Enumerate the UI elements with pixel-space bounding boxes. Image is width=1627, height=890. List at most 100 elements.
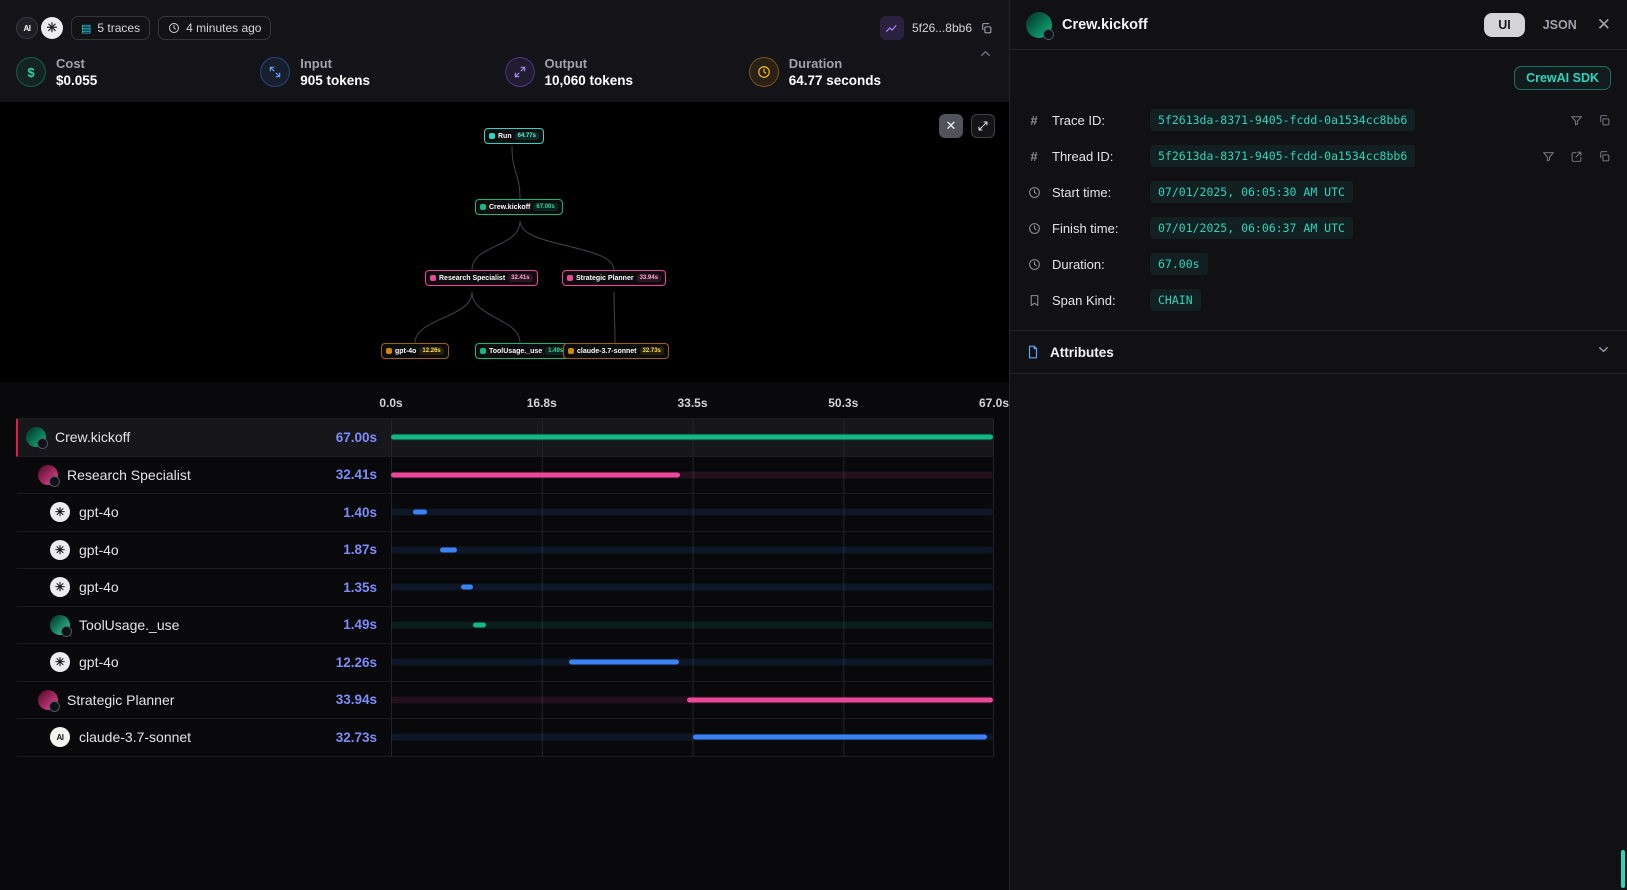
graph-node-duration-chip: 64.77s — [515, 132, 539, 140]
chevron-down-icon[interactable] — [1596, 342, 1611, 362]
timeline-bar-track — [391, 509, 993, 516]
clock-icon — [1026, 186, 1042, 199]
axis-tick-label: 50.3s — [828, 396, 858, 410]
copy-icon[interactable] — [1598, 150, 1611, 163]
graph-node-strategic-planner[interactable]: Strategic Planner 33.94s — [562, 270, 666, 286]
span-duration: 12.26s — [336, 655, 391, 670]
hash-icon: # — [1026, 113, 1042, 128]
node-color-dot — [567, 275, 573, 281]
detail-label: Finish time: — [1052, 221, 1140, 236]
detail-row: Start time:07/01/2025, 06:05:30 AM UTC — [1010, 174, 1627, 210]
timeline-bar-area — [391, 532, 994, 569]
traces-count-badge[interactable]: ▤ 5 traces — [71, 16, 150, 40]
detail-value[interactable]: 5f2613da-8371-9405-fcdd-0a1534cc8bb6 — [1150, 145, 1415, 167]
stats-row: $ Cost $0.055 Input 905 tokens — [16, 46, 993, 102]
graph-node-crew-kickoff[interactable]: Crew.kickoff 67.00s — [475, 199, 563, 215]
graph-node-run[interactable]: Run 64.77s — [484, 128, 544, 144]
timeline-bar-track — [391, 584, 993, 591]
span-duration: 1.49s — [343, 617, 391, 632]
trend-chart-button[interactable] — [880, 16, 904, 40]
timeline-bar[interactable] — [461, 585, 473, 590]
timeline-axis: 0.0s16.8s33.5s50.3s67.0s — [391, 396, 994, 418]
trace-main-panel: AI ✳ ▤ 5 traces 4 minutes ago 5f26...8bb… — [0, 0, 1010, 890]
detail-value[interactable]: 07/01/2025, 06:06:37 AM UTC — [1150, 217, 1353, 239]
timeline-bar[interactable] — [473, 622, 486, 627]
timeline-row[interactable]: Strategic Planner33.94s — [16, 682, 994, 720]
detail-value[interactable]: CHAIN — [1150, 289, 1201, 311]
detail-row: Duration:67.00s — [1010, 246, 1627, 282]
timeline-bar[interactable] — [413, 510, 426, 515]
stat-label: Duration — [789, 56, 881, 71]
stat-value: 64.77 seconds — [789, 73, 881, 88]
span-duration: 1.40s — [343, 505, 391, 520]
timeline-bar-track — [391, 546, 993, 553]
crewai-sdk-badge[interactable]: CrewAI SDK — [1514, 66, 1611, 90]
graph-node-label: gpt-4o — [395, 348, 416, 355]
axis-tick-label: 16.8s — [527, 396, 557, 410]
traces-count-label: 5 traces — [97, 21, 140, 35]
timeline-bar-area — [391, 682, 994, 719]
detail-value[interactable]: 07/01/2025, 06:05:30 AM UTC — [1150, 181, 1353, 203]
timeline-bar[interactable] — [440, 547, 457, 552]
scrollbar-thumb[interactable] — [1621, 850, 1625, 888]
node-color-dot — [568, 348, 574, 354]
tab-json[interactable]: JSON — [1535, 13, 1585, 37]
filter-icon[interactable] — [1570, 114, 1583, 127]
timeline-row[interactable]: ✳ gpt-4o 1.35s — [16, 569, 994, 607]
timeline-row[interactable]: Research Specialist 32.41s — [16, 457, 994, 495]
chevron-up-icon[interactable] — [978, 46, 993, 66]
graph-close-button[interactable]: ✕ — [939, 114, 963, 138]
openai-icon: ✳ — [50, 502, 70, 522]
stat-input: Input 905 tokens — [260, 56, 504, 88]
span-name: ToolUsage._use — [79, 617, 179, 633]
input-arrows-icon — [260, 57, 290, 87]
timeline-row[interactable]: AIclaude-3.7-sonnet32.73s — [16, 719, 994, 757]
trace-short-id: 5f26...8bb6 — [912, 21, 972, 35]
timeline-row[interactable]: ✳gpt-4o1.87s — [16, 532, 994, 570]
attributes-section-toggle[interactable]: Attributes — [1010, 330, 1627, 374]
timeline-bar[interactable] — [693, 735, 987, 740]
stat-output: Output 10,060 tokens — [505, 56, 749, 88]
span-duration: 1.35s — [343, 580, 391, 595]
copy-icon[interactable] — [1598, 114, 1611, 127]
graph-node-label: Crew.kickoff — [489, 204, 530, 211]
anthropic-logo-icon: AI — [16, 17, 38, 39]
duration-clock-icon — [749, 57, 779, 87]
timeline-bar[interactable] — [391, 435, 993, 440]
filter-icon[interactable] — [1542, 150, 1555, 163]
graph-node-label: claude-3.7-sonnet — [577, 348, 637, 355]
timeline-bar[interactable] — [391, 472, 680, 477]
timeline-row[interactable]: Crew.kickoff67.00s — [16, 419, 994, 457]
graph-expand-button[interactable] — [971, 114, 995, 138]
external-icon[interactable] — [1570, 150, 1583, 163]
panel-title: Crew.kickoff — [1062, 17, 1148, 33]
span-name: gpt-4o — [79, 504, 119, 520]
detail-value[interactable]: 5f2613da-8371-9405-fcdd-0a1534cc8bb6 — [1150, 109, 1415, 131]
span-duration: 32.41s — [336, 467, 391, 482]
span-name: Research Specialist — [67, 467, 191, 483]
detail-actions — [1570, 114, 1611, 127]
stat-value: $0.055 — [56, 73, 97, 88]
tab-ui[interactable]: UI — [1484, 13, 1525, 37]
detail-value[interactable]: 67.00s — [1150, 253, 1208, 275]
close-icon[interactable]: ✕ — [1597, 15, 1611, 35]
detail-actions — [1542, 150, 1611, 163]
graph-node-gpt-4o[interactable]: gpt-4o 12.26s — [381, 343, 449, 359]
timeline-bar-area — [391, 569, 994, 606]
timeline-row[interactable]: ✳gpt-4o12.26s — [16, 644, 994, 682]
copy-icon[interactable] — [980, 22, 993, 35]
graph-node-toolusage[interactable]: ToolUsage._use 1.49s — [475, 343, 571, 359]
detail-panel-header: Crew.kickoff UI JSON ✕ — [1010, 0, 1627, 50]
span-graph[interactable]: ✕ Run 64.77s Crew.kickoff 67.00s Researc… — [0, 102, 1009, 382]
timeline-rows: Crew.kickoff67.00s Research Specialist 32.… — [16, 418, 994, 757]
graph-node-research-specialist[interactable]: Research Specialist 32.41s — [425, 270, 538, 286]
span-name: gpt-4o — [79, 579, 119, 595]
timeline-row[interactable]: ToolUsage._use 1.49s — [16, 607, 994, 645]
graph-node-label: Run — [498, 133, 512, 140]
span-name: gpt-4o — [79, 542, 119, 558]
timeline-bar[interactable] — [569, 660, 679, 665]
graph-node-claude[interactable]: claude-3.7-sonnet 32.73s — [563, 343, 669, 359]
openai-icon: ✳ — [50, 577, 70, 597]
timeline-row[interactable]: ✳ gpt-4o 1.40s — [16, 494, 994, 532]
timeline-bar[interactable] — [687, 697, 993, 702]
